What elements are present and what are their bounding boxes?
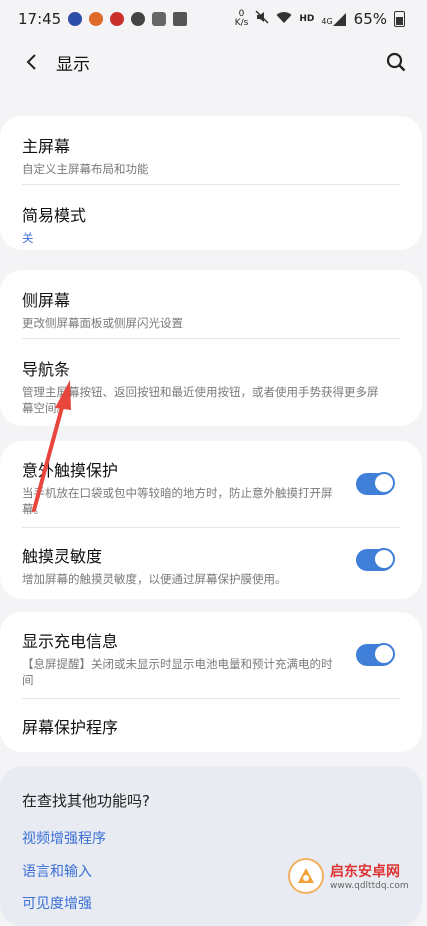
settings-card-touch: 意外触摸保护 当手机放在口袋或包中等较暗的地方时，防止意外触摸打开屏 幕。 触摸… <box>0 441 422 599</box>
back-icon[interactable] <box>16 47 46 77</box>
divider <box>22 698 400 699</box>
settings-item-navigation-bar[interactable]: 导航条 管理主屏幕按钮、返回按钮和最近使用按钮，或者使用手势获得更多屏 幕空间。 <box>0 356 400 416</box>
settings-card-edge: 侧屏幕 更改侧屏幕面板或侧屏闪光设置 导航条 管理主屏幕按钮、返回按钮和最近使用… <box>0 270 422 426</box>
link-video-enhancer[interactable]: 视频增强程序 <box>22 828 106 848</box>
settings-item-touch-sensitivity[interactable]: 触摸灵敏度 增加屏幕的触摸灵敏度，以便通过屏幕保护膜使用。 <box>0 543 360 587</box>
divider <box>22 184 400 185</box>
touch-sensitivity-toggle[interactable] <box>356 548 395 571</box>
notification-icon <box>152 12 167 26</box>
suggestions-card: 在查找其他功能吗? 视频增强程序 语言和输入 可见度增强 <box>0 766 422 926</box>
notification-icon <box>89 12 104 26</box>
mute-icon <box>255 10 269 28</box>
app-header: 显示 <box>0 38 427 86</box>
status-bar: 17:45 0 K/s HD 4G 65% <box>0 0 427 38</box>
notification-icon <box>68 12 83 26</box>
settings-item-easy-mode[interactable]: 简易模式 关 <box>0 202 86 246</box>
notification-icon <box>131 12 146 26</box>
gallery-icon <box>173 12 188 26</box>
hd-icon: HD <box>299 14 315 24</box>
watermark-logo-icon <box>288 858 324 894</box>
wifi-icon <box>276 10 292 28</box>
settings-item-charging-info[interactable]: 显示充电信息 【息屏提醒】关闭或未显示时显示电池电量和预计充满电的时 间 <box>0 628 360 688</box>
suggestions-heading: 在查找其他功能吗? <box>22 792 150 810</box>
link-visibility-enhancement[interactable]: 可见度增强 <box>22 893 92 913</box>
watermark-url: www.qdlttdq.com <box>330 881 409 891</box>
settings-card-charging: 显示充电信息 【息屏提醒】关闭或未显示时显示电池电量和预计充满电的时 间 屏幕保… <box>0 612 422 752</box>
settings-item-screensaver[interactable]: 屏幕保护程序 <box>0 714 118 738</box>
status-time: 17:45 <box>18 10 62 28</box>
battery-icon <box>394 11 405 27</box>
settings-item-home-screen[interactable]: 主屏幕 自定义主屏幕布局和功能 <box>0 133 149 177</box>
net-speed-indicator: 0 K/s <box>234 9 249 28</box>
settings-item-accidental-touch[interactable]: 意外触摸保护 当手机放在口袋或包中等较暗的地方时，防止意外触摸打开屏 幕。 <box>0 457 360 517</box>
notification-icon <box>110 12 125 26</box>
signal-icon: 4G <box>321 12 346 26</box>
page-title: 显示 <box>56 54 90 75</box>
search-icon[interactable] <box>381 47 411 77</box>
settings-item-edge-screen[interactable]: 侧屏幕 更改侧屏幕面板或侧屏闪光设置 <box>0 287 183 331</box>
link-language-input[interactable]: 语言和输入 <box>22 861 92 881</box>
accidental-touch-toggle[interactable] <box>356 472 395 495</box>
settings-card-home: 主屏幕 自定义主屏幕布局和功能 简易模式 关 <box>0 116 422 250</box>
divider <box>22 338 400 339</box>
divider <box>22 527 400 528</box>
watermark: 启东安卓网 www.qdlttdq.com <box>288 852 427 900</box>
watermark-name: 启东安卓网 <box>330 864 400 880</box>
battery-percent: 65% <box>353 10 387 28</box>
charging-info-toggle[interactable] <box>356 643 395 666</box>
